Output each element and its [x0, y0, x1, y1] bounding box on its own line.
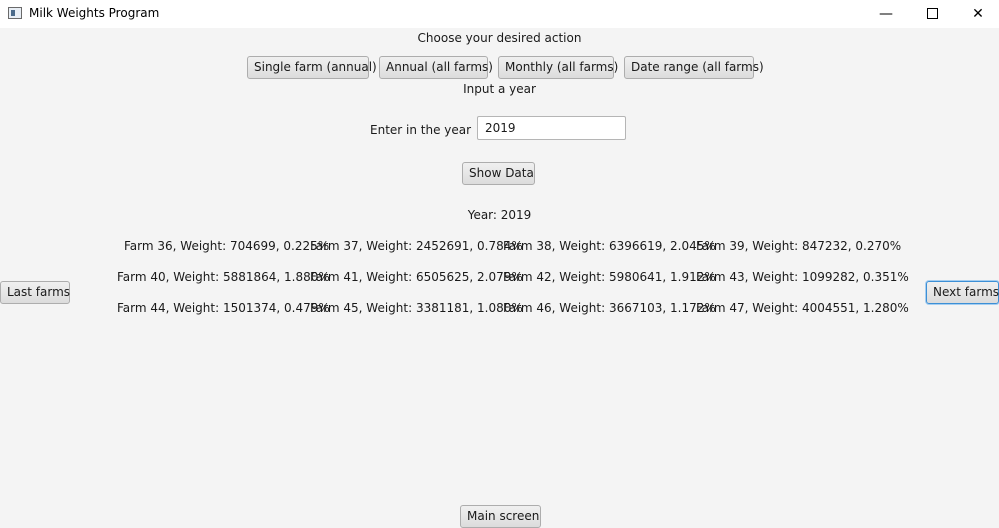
- farm-entry: Farm 41, Weight: 6505625, 2.079%: [310, 270, 523, 284]
- app-icon: [8, 7, 22, 19]
- results-row: Farm 40, Weight: 5881864, 1.880% Farm 41…: [0, 270, 999, 286]
- maximize-button[interactable]: [909, 0, 955, 28]
- annual-all-farms-button[interactable]: Annual (all farms): [379, 56, 493, 79]
- minimize-button[interactable]: —: [863, 0, 909, 28]
- results-row: Farm 44, Weight: 1501374, 0.479% Farm 45…: [0, 301, 999, 317]
- farm-entry: Farm 39, Weight: 847232, 0.270%: [696, 239, 902, 253]
- close-button[interactable]: ✕: [955, 0, 999, 28]
- farm-entry: Farm 45, Weight: 3381181, 1.080%: [310, 301, 523, 315]
- next-farms-button[interactable]: Next farms: [926, 281, 999, 304]
- window-title: Milk Weights Program: [29, 6, 160, 20]
- show-data-button[interactable]: Show Data: [462, 162, 535, 185]
- main-screen-button[interactable]: Main screen: [460, 505, 541, 528]
- date-range-all-farms-button[interactable]: Date range (all farms): [624, 56, 764, 79]
- farm-entry: Farm 46, Weight: 3667103, 1.172%: [503, 301, 716, 315]
- last-farms-button[interactable]: Last farms: [0, 281, 70, 304]
- title-bar: Milk Weights Program — ✕: [0, 0, 999, 28]
- single-farm-annual-button[interactable]: Single farm (annual): [247, 56, 377, 79]
- farm-entry: Farm 40, Weight: 5881864, 1.880%: [117, 270, 330, 284]
- year-input[interactable]: 2019: [477, 116, 626, 140]
- farm-entry: Farm 42, Weight: 5980641, 1.912%: [503, 270, 716, 284]
- results-row: Farm 36, Weight: 704699, 0.225% Farm 37,…: [0, 239, 999, 255]
- farm-entry: Farm 47, Weight: 4004551, 1.280%: [696, 301, 909, 315]
- year-form-heading: Input a year: [463, 82, 536, 96]
- results-year: Year: 2019: [467, 208, 532, 222]
- farm-entry: Farm 36, Weight: 704699, 0.225%: [124, 239, 330, 253]
- year-field-label: Enter in the year: [370, 123, 472, 137]
- action-prompt: Choose your desired action: [417, 31, 582, 45]
- farm-entry: Farm 43, Weight: 1099282, 0.351%: [696, 270, 909, 284]
- farm-entry: Farm 38, Weight: 6396619, 2.045%: [503, 239, 716, 253]
- monthly-all-farms-button[interactable]: Monthly (all farms): [498, 56, 618, 79]
- farm-entry: Farm 44, Weight: 1501374, 0.479%: [117, 301, 330, 315]
- farm-entry: Farm 37, Weight: 2452691, 0.784%: [310, 239, 523, 253]
- maximize-icon: [926, 7, 938, 19]
